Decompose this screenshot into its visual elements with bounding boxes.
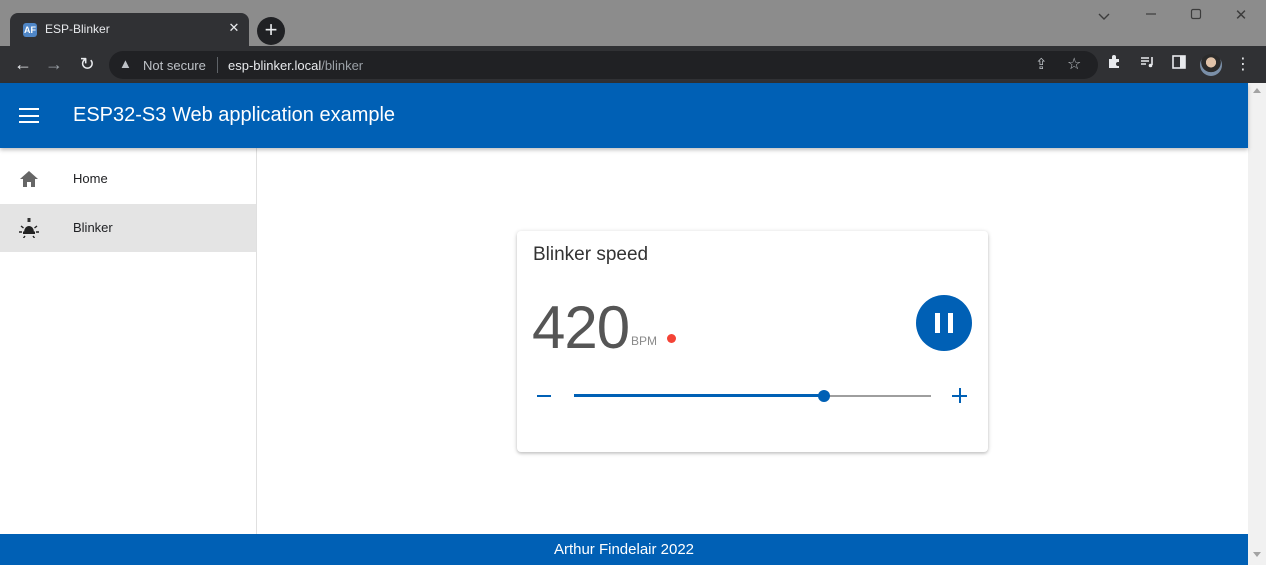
pause-icon xyxy=(935,313,940,333)
pause-icon xyxy=(948,313,953,333)
tab-title: ESP-Blinker xyxy=(45,22,110,36)
hamburger-menu-icon[interactable] xyxy=(19,108,39,123)
address-bar[interactable]: ▲ Not secure esp-blinker.local/blinker ⇪… xyxy=(109,51,1098,79)
app-bar: ESP32-S3 Web application example xyxy=(0,83,1248,148)
pause-button[interactable] xyxy=(916,295,972,351)
sidebar-item-label: Blinker xyxy=(73,220,113,235)
kebab-menu-icon[interactable]: ⋮ xyxy=(1232,54,1254,76)
card-title: Blinker speed xyxy=(533,244,649,265)
increase-speed-button[interactable] xyxy=(951,387,969,405)
scroll-down-arrow-icon[interactable] xyxy=(1253,552,1261,557)
share-icon[interactable]: ⇪ xyxy=(1035,55,1048,73)
security-label[interactable]: Not secure xyxy=(143,58,206,73)
sidebar-item-label: Home xyxy=(73,171,108,186)
slider-fill xyxy=(574,394,824,397)
forward-arrow-icon[interactable]: → xyxy=(41,51,67,77)
sidebar: Home Blinker xyxy=(0,148,257,534)
blink-status-indicator xyxy=(667,334,676,343)
browser-tabstrip: AF ESP-Blinker ✕ + ✕ xyxy=(0,0,1266,46)
browser-toolbar: ← → ↻ ▲ Not secure esp-blinker.local/bli… xyxy=(0,46,1266,83)
close-window-button[interactable]: ✕ xyxy=(1227,4,1255,28)
minimize-button[interactable] xyxy=(1137,4,1165,28)
profile-avatar[interactable] xyxy=(1200,54,1222,76)
address-divider xyxy=(217,57,218,73)
url-text[interactable]: esp-blinker.local/blinker xyxy=(228,58,363,73)
footer: Arthur Findelair 2022 xyxy=(0,534,1248,565)
slider-thumb[interactable] xyxy=(817,390,830,402)
bulb-icon xyxy=(18,218,40,239)
footer-text: Arthur Findelair 2022 xyxy=(553,541,695,558)
sidebar-item-blinker[interactable]: Blinker xyxy=(0,204,256,252)
sidebar-item-home[interactable]: Home xyxy=(0,155,256,203)
bookmark-star-icon[interactable]: ☆ xyxy=(1067,54,1081,74)
web-page: ESP32-S3 Web application example Home Bl… xyxy=(0,83,1248,565)
blinker-speed-card: Blinker speed 420 BPM xyxy=(517,231,988,452)
url-host: esp-blinker.local xyxy=(228,58,322,73)
bpm-value: 420 xyxy=(532,294,630,361)
reload-icon[interactable]: ↻ xyxy=(74,51,100,77)
tab-close-icon[interactable]: ✕ xyxy=(225,19,243,37)
home-icon xyxy=(18,169,40,189)
page-title: ESP32-S3 Web application example xyxy=(73,104,396,126)
media-queue-icon[interactable] xyxy=(1136,54,1158,76)
back-arrow-icon[interactable]: ← xyxy=(10,51,36,77)
extensions-puzzle-icon[interactable] xyxy=(1103,54,1125,76)
url-path: /blinker xyxy=(321,58,364,73)
bpm-unit-label: BPM xyxy=(631,334,658,348)
favicon-icon: AF xyxy=(23,23,37,37)
warning-icon[interactable]: ▲ xyxy=(119,56,135,72)
new-tab-button[interactable]: + xyxy=(257,17,285,45)
speed-slider[interactable] xyxy=(574,388,931,404)
page-scrollbar[interactable] xyxy=(1248,83,1266,565)
browser-tab[interactable]: AF ESP-Blinker ✕ xyxy=(10,13,249,46)
side-panel-icon[interactable] xyxy=(1168,54,1190,76)
decrease-speed-button[interactable] xyxy=(535,384,553,408)
scroll-up-arrow-icon[interactable] xyxy=(1253,88,1261,93)
maximize-button[interactable] xyxy=(1182,4,1210,28)
tab-search-chevron-icon[interactable] xyxy=(1090,4,1118,28)
